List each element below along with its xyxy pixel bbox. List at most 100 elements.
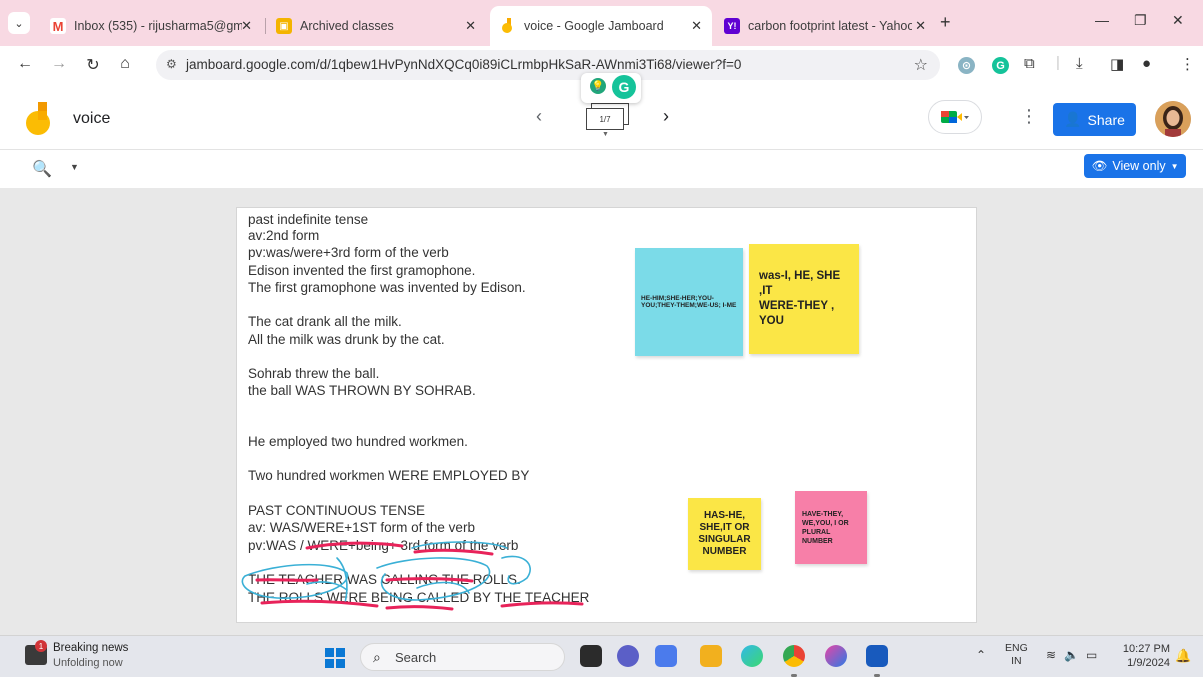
account-avatar[interactable] <box>1155 101 1191 137</box>
browser-menu-icon[interactable]: ⋮ <box>1180 55 1195 73</box>
grammarly-icon[interactable]: G <box>992 57 1009 74</box>
back-icon[interactable]: ← <box>14 55 36 73</box>
sticky-note-was-were[interactable]: was-I, HE, SHE ,IT WERE-THEY , YOU <box>749 244 859 354</box>
sticky-note-have[interactable]: HAVE-THEY, WE,YOU, I OR PLURAL NUMBER <box>795 491 867 564</box>
profile-icon[interactable]: ● <box>1142 55 1151 72</box>
extensions-puzzle-icon[interactable]: ⧉ <box>1024 55 1035 72</box>
caret-down-icon[interactable]: ▼ <box>70 162 79 172</box>
toolbar-divider: | <box>1056 54 1060 71</box>
person-add-icon: 👤 <box>1064 111 1082 127</box>
restore-icon[interactable]: ❐ <box>1134 12 1147 29</box>
view-only-button[interactable]: 👁 View only ▼ <box>1084 154 1186 178</box>
classroom-icon: ▣ <box>276 18 292 34</box>
grammarly-icon[interactable]: G <box>612 75 636 99</box>
sticky-note-text: was-I, HE, SHE ,IT WERE-THEY , YOU <box>759 270 841 327</box>
system-clock[interactable]: 10:27 PM 1/9/2024 <box>1118 642 1170 670</box>
lightbulb-icon[interactable]: 💡 <box>590 78 606 94</box>
board-text-line: av:2nd form <box>248 228 320 243</box>
frame-indicator: 1/7 <box>599 114 611 124</box>
forward-icon[interactable]: → <box>48 55 70 73</box>
board-text-line: Two hundred workmen WERE EMPLOYED BY <box>248 468 530 483</box>
previous-frame-icon[interactable]: ‹ <box>536 106 542 127</box>
news-title[interactable]: Breaking news <box>53 642 128 654</box>
reload-icon[interactable]: ↻ <box>82 55 104 75</box>
copilot-icon[interactable] <box>825 645 847 667</box>
battery-icon[interactable]: ▭ <box>1086 648 1097 662</box>
extension-icon[interactable]: ⊙ <box>958 57 975 74</box>
language-code: ENG <box>1005 642 1028 654</box>
site-settings-icon[interactable]: ⚙ <box>166 57 177 71</box>
search-icon: ⌕ <box>373 649 381 665</box>
side-panel-icon[interactable]: ◨ <box>1110 55 1124 73</box>
volume-icon[interactable]: 🔈 <box>1064 648 1079 662</box>
new-tab-button[interactable]: + <box>940 12 951 33</box>
close-icon[interactable]: ✕ <box>691 18 702 34</box>
window-close-icon[interactable]: ✕ <box>1172 12 1184 29</box>
word-icon[interactable] <box>866 645 888 667</box>
chevron-up-icon[interactable]: ⌃ <box>976 648 986 662</box>
share-button[interactable]: 👤 Share <box>1053 103 1136 136</box>
board-text-line: All the milk was drunk by the cat. <box>248 332 445 347</box>
teams-chat-icon[interactable] <box>617 645 639 667</box>
task-view-icon[interactable] <box>580 645 602 667</box>
board-text-line: av: WAS/WERE+1ST form of the verb <box>248 520 475 535</box>
sticky-note-text: HAVE-THEY, WE,YOU, I OR PLURAL NUMBER <box>802 510 849 545</box>
bookmark-star-icon[interactable]: ☆ <box>914 55 928 75</box>
meet-button[interactable] <box>928 100 982 134</box>
sticky-note-has[interactable]: HAS-HE, SHE,IT OR SINGULAR NUMBER <box>688 498 761 570</box>
board-text-line: pv:WAS / WERE+being+ 3rd form of the ver… <box>248 538 519 553</box>
language-indicator[interactable]: ENG IN <box>1005 642 1028 668</box>
board-text-line: PAST CONTINUOUS TENSE <box>248 503 426 518</box>
url-text[interactable]: jamboard.google.com/d/1qbew1HvPynNdXQCq0… <box>186 57 741 72</box>
tab-jamboard[interactable]: voice - Google Jamboard ✕ <box>490 6 712 46</box>
tab-archived-classes[interactable]: ▣ Archived classes ✕ <box>266 6 486 46</box>
sticky-note-text: HAS-HE, SHE,IT OR SINGULAR NUMBER <box>698 510 751 557</box>
download-icon[interactable]: ⤓ <box>1076 55 1083 72</box>
document-title[interactable]: voice <box>73 110 110 128</box>
close-icon[interactable]: ✕ <box>241 18 252 34</box>
frame-bar-toggle[interactable]: 1/7 <box>586 108 624 130</box>
next-frame-icon[interactable]: › <box>663 106 669 127</box>
region-code: IN <box>1011 655 1022 667</box>
board-text-line: Edison invented the first gramophone. <box>248 263 476 278</box>
board-text-line: Sohrab threw the ball. <box>248 366 380 381</box>
wifi-icon[interactable]: ≋ <box>1046 648 1056 662</box>
browser-tab-strip: ⌄ M Inbox (535) - rijusharma5@gma ✕ ▣ Ar… <box>0 0 1203 46</box>
tab-inbox[interactable]: M Inbox (535) - rijusharma5@gma ✕ <box>40 6 262 46</box>
address-bar[interactable]: ⚙ jamboard.google.com/d/1qbew1HvPynNdXQC… <box>156 50 940 80</box>
jamboard-icon <box>500 18 516 34</box>
board-text-line: pv:was/were+3rd form of the verb <box>248 245 449 260</box>
jamboard-logo <box>26 102 50 135</box>
screen: ⌄ M Inbox (535) - rijusharma5@gma ✕ ▣ Ar… <box>0 0 1203 677</box>
sticky-note-text: HE-HIM;SHE-HER;YOU-YOU;THEY-THEM;WE-US; … <box>641 295 737 309</box>
search-label: Search <box>395 650 437 665</box>
news-subtitle[interactable]: Unfolding now <box>53 657 123 669</box>
tab-search-button[interactable]: ⌄ <box>8 12 30 34</box>
notification-bell-icon[interactable]: 🔔 <box>1175 648 1191 664</box>
windows-start-icon[interactable] <box>325 648 345 668</box>
board-text-line: The cat drank all the milk. <box>248 314 402 329</box>
zoom-meet-icon[interactable] <box>655 645 677 667</box>
file-explorer-icon[interactable] <box>700 645 722 667</box>
zoom-icon[interactable]: 🔍 <box>32 159 52 179</box>
jam-frame[interactable]: past indefinite tense av:2nd form pv:was… <box>236 207 977 623</box>
clock-time: 10:27 PM <box>1122 643 1170 655</box>
board-text-line: The first gramophone was invented by Edi… <box>248 280 526 295</box>
more-options-icon[interactable]: ⋮ <box>1020 106 1038 127</box>
tab-title: carbon footprint latest - Yahoo <box>748 19 912 33</box>
edge-icon[interactable] <box>741 645 763 667</box>
close-icon[interactable]: ✕ <box>465 18 476 34</box>
home-icon[interactable]: ⌂ <box>114 55 136 73</box>
close-icon[interactable]: ✕ <box>915 18 926 34</box>
tab-title: voice - Google Jamboard <box>524 19 664 33</box>
gmail-icon: M <box>50 18 66 34</box>
tab-yahoo[interactable]: Y! carbon footprint latest - Yahoo ✕ <box>714 6 936 46</box>
news-badge: 1 <box>35 640 47 652</box>
eye-icon: 👁 <box>1091 158 1108 173</box>
floating-extension-bar: 💡 G <box>581 73 641 103</box>
taskbar-search[interactable]: ⌕ Search <box>360 643 565 671</box>
chrome-icon[interactable] <box>783 645 805 667</box>
caret-down-icon: ▼ <box>602 131 609 138</box>
sticky-note-pronouns[interactable]: HE-HIM;SHE-HER;YOU-YOU;THEY-THEM;WE-US; … <box>635 248 743 356</box>
minimize-icon[interactable]: — <box>1095 12 1109 28</box>
